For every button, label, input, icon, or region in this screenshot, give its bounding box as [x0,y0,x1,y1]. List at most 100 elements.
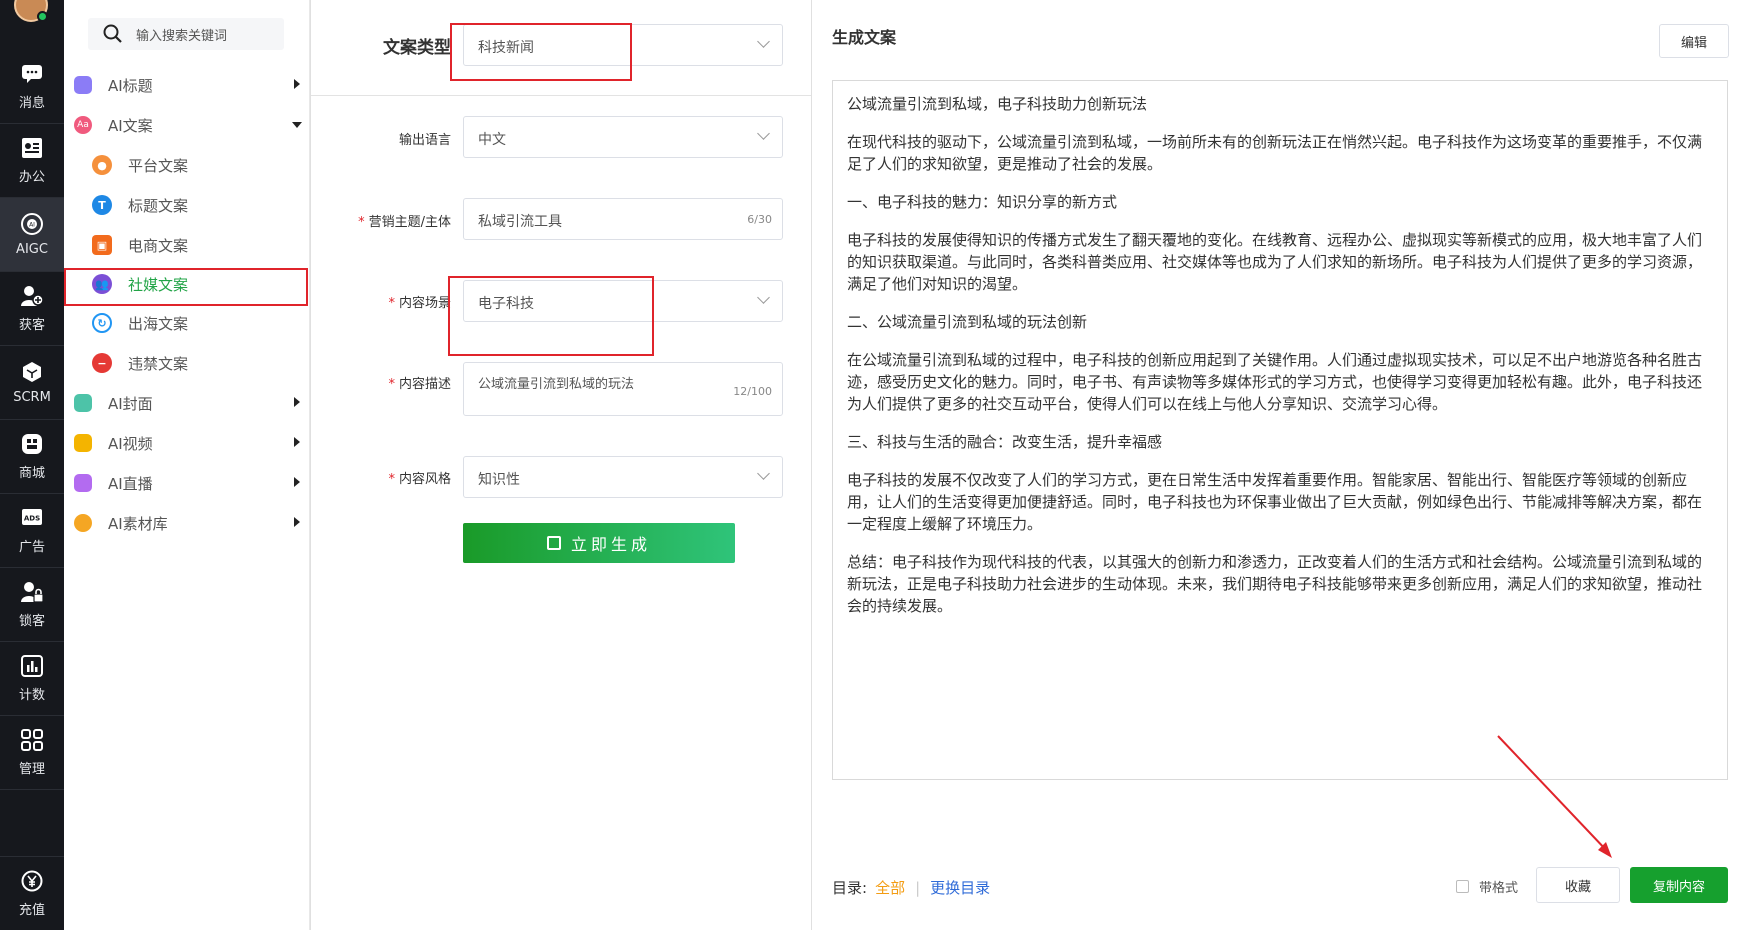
edit-button[interactable]: 编辑 [1659,24,1729,58]
catalog-all-link[interactable]: 全部 [875,879,905,897]
content-style-select[interactable]: 知识性 [463,456,783,498]
store-icon [20,432,44,456]
search-placeholder: 输入搜索关键词 [136,28,228,44]
content-desc-textarea[interactable]: 公域流量引流到私域的玩法 12/100 [463,362,783,416]
avatar[interactable] [14,0,48,22]
output-language-select[interactable]: 中文 [463,116,783,158]
rail-item-office[interactable]: 办公 [0,124,64,198]
catalog-separator: | [915,879,921,897]
search-input[interactable]: 输入搜索关键词 [88,18,284,50]
required-star: * [358,215,365,230]
no-entry-icon: − [92,353,112,373]
chevron-right-icon [294,79,300,89]
yen-coin-icon [20,869,44,893]
marketing-topic-input[interactable]: 私域引流工具 6/30 [463,198,783,240]
menu-item-ecommerce-copy[interactable]: ▣ 电商文案 [64,225,310,265]
menu-group-label: AI文案 [108,116,153,135]
copy-paragraph: 电子科技的发展使得知识的传播方式发生了翻天覆地的变化。在线教育、远程办公、虚拟现… [847,231,1703,293]
menu-item-label: 标题文案 [128,196,189,215]
rail-item-message[interactable]: 消息 [0,50,64,124]
rail-item-lock-customer[interactable]: 锁客 [0,568,64,642]
checkbox-box[interactable] [1456,880,1469,893]
cube-icon [20,360,44,384]
char-counter: 12/100 [733,385,772,398]
with-format-checkbox[interactable]: 带格式 [1456,877,1518,896]
rail-item-label: 消息 [18,96,45,111]
content-desc-label: * 内容描述 [311,373,451,392]
menu-item-label: 出海文案 [128,314,189,333]
menu-item-prohibited-copy[interactable]: − 违禁文案 [64,343,310,383]
required-star: * [388,377,395,392]
live-camera-icon [74,474,92,492]
annotation-highlight-social [64,268,308,306]
form-panel: 文案类型 科技新闻 输出语言 中文 * 营销主题/主体 私域引流工具 6/30 *… [310,0,812,930]
rail-item-aigc[interactable]: AI AIGC [0,198,64,272]
menu-item-label: 电商文案 [128,236,189,255]
rail-item-label: SCRM [13,390,51,405]
search-icon [102,23,124,45]
svg-text:ADS: ADS [24,515,40,523]
svg-text:AI: AI [29,222,35,229]
menu-group-ai-live[interactable]: AI直播 [64,463,310,503]
content-style-label: * 内容风格 [311,468,451,487]
copy-type-label: 文案类型 [383,38,451,58]
content-desc-value: 公域流量引流到私域的玩法 [478,377,635,392]
copy-paragraph: 二、公域流量引流到私域的玩法创新 [847,313,1088,331]
menu-group-ai-copy[interactable]: Aa AI文案 [64,105,310,145]
copy-content-button[interactable]: 复制内容 [1630,867,1728,903]
ai-chip-icon: AI [20,212,44,236]
chevron-right-icon [294,477,300,487]
side-menu: 输入搜索关键词 AI标题 Aa AI文案 ● 平台文案 T 标题文案 ▣ 电商文… [64,0,310,930]
rail-item-label: 充值 [18,903,45,918]
favorite-button[interactable]: 收藏 [1536,867,1620,903]
menu-group-label: AI直播 [108,474,153,493]
copy-paragraph: 三、科技与生活的融合：改变生活，提升幸福感 [847,433,1163,451]
menu-item-title-copy[interactable]: T 标题文案 [64,185,310,225]
menu-group-ai-cover[interactable]: AI封面 [64,383,310,423]
change-catalog-link[interactable]: 更换目录 [930,879,990,897]
left-rail: 消息 办公 AI AIGC 获客 SCRM 商城 ADS 广告 锁客 计数 管理… [0,0,64,930]
copy-paragraph: 总结：电子科技作为现代科技的代表，以其强大的创新力和渗透力，正改变着人们的生活方… [847,553,1703,615]
chevron-down-icon [757,127,770,140]
menu-group-ai-video[interactable]: AI视频 [64,423,310,463]
copy-paragraph: 电子科技的发展不仅改变了人们的学习方式，更在日常生活中发挥着重要作用。智能家居、… [847,471,1703,533]
chevron-right-icon [294,517,300,527]
menu-group-label: AI视频 [108,434,153,453]
rail-item-label: 计数 [18,688,45,703]
chevron-right-icon [294,397,300,407]
marketing-topic-label-text: 营销主题/主体 [368,215,451,230]
rail-item-scrm[interactable]: SCRM [0,346,64,420]
content-desc-label-text: 内容描述 [398,377,451,392]
rail-item-recharge[interactable]: 充值 [0,856,64,930]
rail-item-count[interactable]: 计数 [0,642,64,716]
font-aa-icon: Aa [74,116,92,134]
rail-item-label: 获客 [18,318,45,333]
bar-chart-icon [20,654,44,678]
menu-group-label: AI素材库 [108,514,168,533]
chevron-right-icon [294,437,300,447]
menu-item-platform-copy[interactable]: ● 平台文案 [64,145,310,185]
content-scene-label: * 内容场景 [311,292,451,311]
rail-item-store[interactable]: 商城 [0,420,64,494]
rail-item-label: 办公 [18,170,45,185]
content-style-value: 知识性 [478,472,520,488]
menu-group-ai-title[interactable]: AI标题 [64,65,310,105]
catalog-bar: 目录: 全部 | 更换目录 [832,877,990,898]
menu-group-label: AI标题 [108,76,153,95]
output-title: 生成文案 [832,28,897,47]
rail-item-ads[interactable]: ADS 广告 [0,494,64,568]
copy-paragraph: 在现代科技的驱动下，公域流量引流到私域，一场前所未有的创新玩法正在悄然兴起。电子… [847,133,1703,173]
char-counter: 6/30 [747,213,772,226]
content-scene-label-text: 内容场景 [398,296,451,311]
shop-icon: ▣ [92,235,112,255]
rail-item-label: 广告 [18,540,45,555]
menu-group-ai-material[interactable]: AI素材库 [64,503,310,543]
menu-item-overseas-copy[interactable]: ↻ 出海文案 [64,303,310,343]
generated-copy-box[interactable]: 公域流量引流到私域，电子科技助力创新玩法 在现代科技的驱动下，公域流量引流到私域… [832,80,1728,780]
menu-item-label: 平台文案 [128,156,189,175]
generate-icon [546,536,561,550]
generate-button[interactable]: 立即生成 [463,523,735,563]
annotation-highlight-content-scene [448,276,654,356]
rail-item-acquire[interactable]: 获客 [0,272,64,346]
rail-item-manage[interactable]: 管理 [0,716,64,790]
